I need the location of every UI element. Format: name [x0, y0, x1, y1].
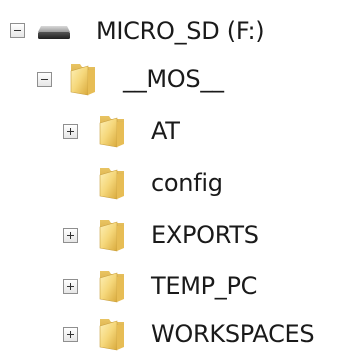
tree-item-label: config [151, 169, 223, 197]
tree-item-at[interactable]: AT [0, 109, 342, 153]
tree-item-label: MICRO_SD (F:) [96, 17, 265, 45]
tree-item-temp-pc[interactable]: TEMP_PC [0, 264, 342, 308]
tree-item-label: __MOS__ [123, 65, 224, 93]
collapse-toggle[interactable] [10, 23, 25, 38]
expand-toggle[interactable] [63, 279, 78, 294]
folder-tree: MICRO_SD (F:) __MOS__ AT config EXPORTS … [0, 0, 342, 352]
expand-toggle[interactable] [63, 124, 78, 139]
tree-item-label: AT [151, 117, 180, 145]
tree-item-label: TEMP_PC [151, 272, 258, 300]
tree-item-exports[interactable]: EXPORTS [0, 213, 342, 257]
expand-toggle[interactable] [63, 228, 78, 243]
folder-icon [97, 317, 127, 351]
folder-icon [97, 269, 127, 303]
folder-icon [97, 218, 127, 252]
tree-item-mos[interactable]: __MOS__ [0, 57, 342, 101]
drive-icon [38, 26, 70, 39]
tree-item-micro-sd[interactable]: MICRO_SD (F:) [0, 8, 342, 52]
folder-icon [97, 114, 127, 148]
folder-icon [68, 62, 98, 96]
tree-item-label: WORKSPACES [151, 320, 315, 348]
tree-item-workspaces[interactable]: WORKSPACES [0, 312, 342, 352]
tree-item-config[interactable]: config [0, 161, 342, 205]
expand-toggle[interactable] [63, 327, 78, 342]
tree-item-label: EXPORTS [151, 221, 259, 249]
folder-icon [97, 166, 127, 200]
collapse-toggle[interactable] [37, 72, 52, 87]
